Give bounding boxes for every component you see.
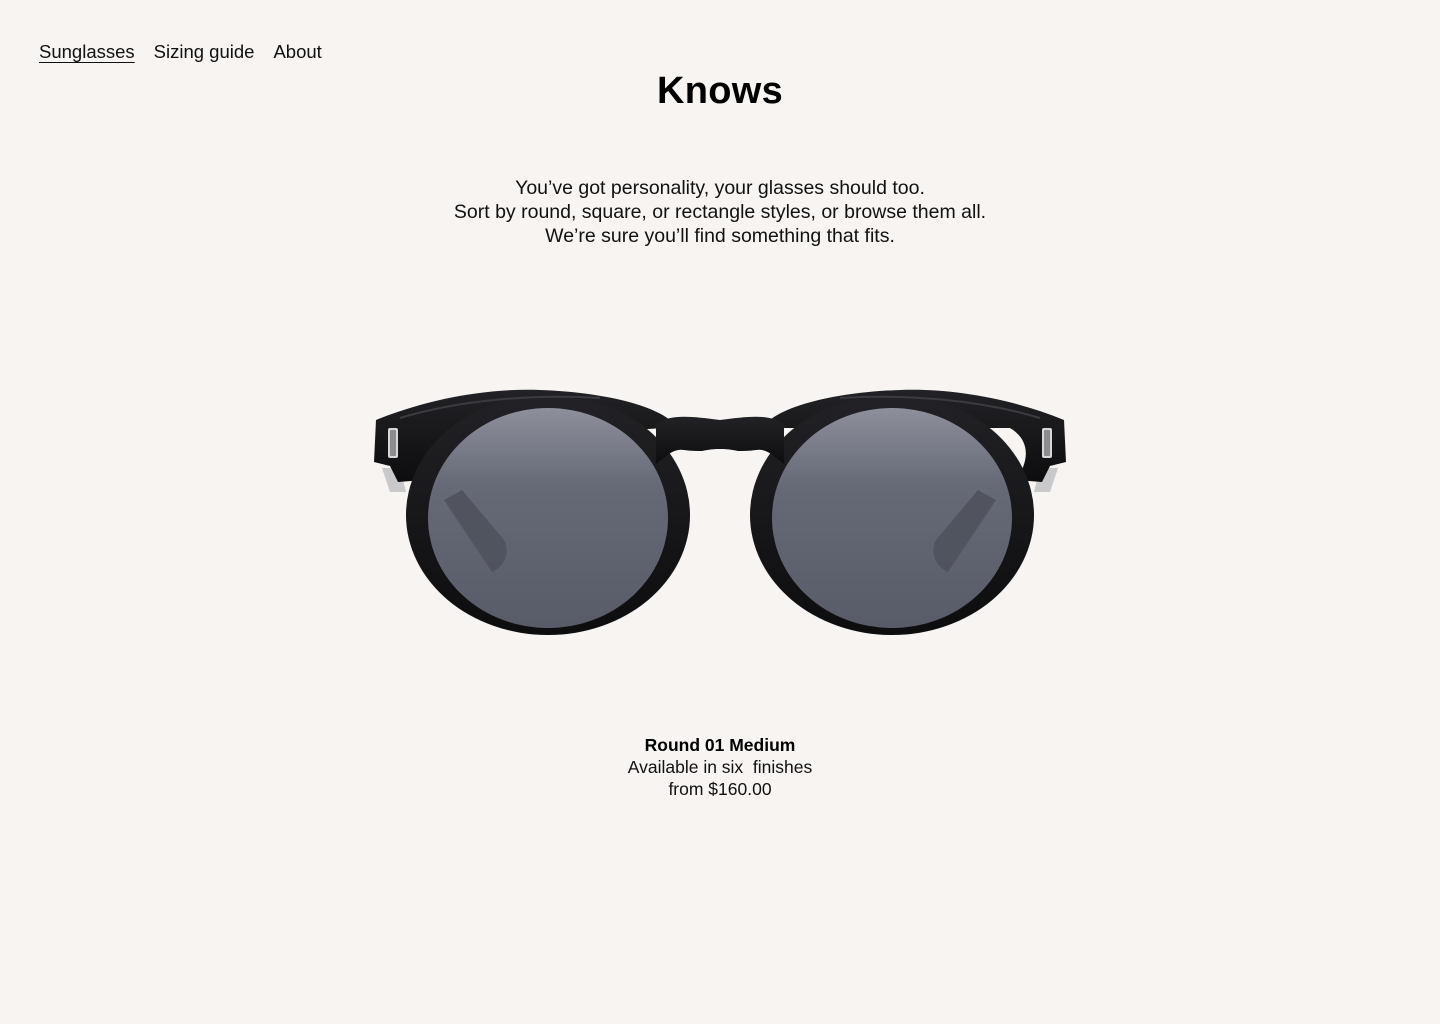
nav-link-sizing-guide[interactable]: Sizing guide — [154, 38, 255, 66]
intro-text: You’ve got personality, your glasses sho… — [0, 176, 1440, 248]
top-nav: Sunglasses Sizing guide About — [39, 38, 322, 66]
product-availability: Available in six finishes — [627, 757, 813, 777]
product-image-round-sunglasses[interactable] — [370, 380, 1070, 642]
brand-title: Knows — [656, 70, 784, 112]
intro-line-2: Sort by round, square, or rectangle styl… — [453, 201, 987, 223]
intro-line-3: We’re sure you’ll find something that fi… — [545, 225, 895, 247]
round-sunglasses-icon — [374, 389, 1066, 635]
nav-link-sunglasses[interactable]: Sunglasses — [39, 38, 135, 66]
product-price: from $160.00 — [668, 779, 772, 799]
nav-link-about[interactable]: About — [273, 38, 321, 66]
intro-line-1: You’ve got personality, your glasses sho… — [515, 177, 925, 199]
product-name[interactable]: Round 01 Medium — [0, 734, 1440, 756]
product-info: Round 01 Medium Available in six finishe… — [0, 734, 1440, 800]
